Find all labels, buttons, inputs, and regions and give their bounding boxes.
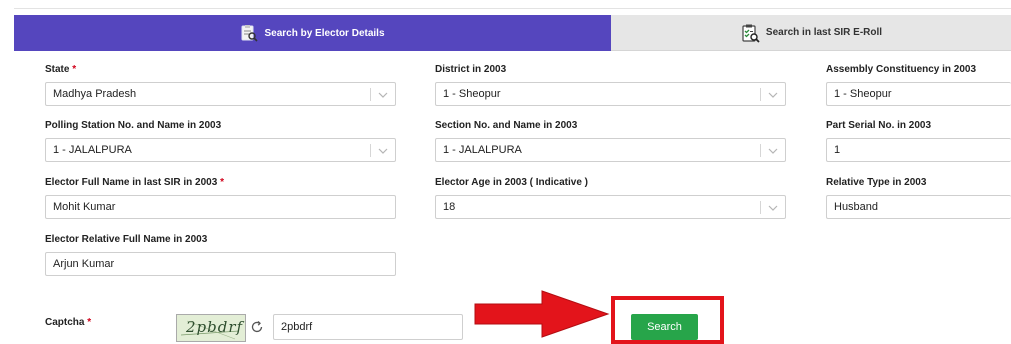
part-serial-input[interactable]: 1: [826, 138, 1011, 162]
select-separator: [760, 144, 761, 157]
relative-type-select[interactable]: Husband: [826, 195, 1011, 219]
tab-search-in-last-sir-eroll[interactable]: Search in last SIR E-Roll: [611, 15, 1011, 51]
polling-station-label: Polling Station No. and Name in 2003: [45, 120, 222, 131]
state-label: State *: [45, 64, 77, 75]
polling-station-select[interactable]: 1 - JALALPURA: [45, 138, 396, 162]
captcha-label: Captcha *: [45, 317, 92, 328]
select-separator: [760, 88, 761, 101]
district-select[interactable]: 1 - Sheopur: [435, 82, 786, 106]
district-label: District in 2003: [435, 64, 507, 75]
relative-name-label: Elector Relative Full Name in 2003: [45, 234, 208, 245]
clipboard-check-search-icon: [740, 23, 760, 43]
select-separator: [760, 201, 761, 214]
chevron-down-icon: [378, 146, 388, 158]
chevron-down-icon: [378, 90, 388, 102]
elector-age-select[interactable]: 18: [435, 195, 786, 219]
assembly-select[interactable]: 1 - Sheopur: [826, 82, 1011, 106]
required-mark: *: [72, 64, 77, 75]
required-mark: *: [220, 177, 224, 188]
refresh-icon[interactable]: [250, 320, 264, 334]
search-button[interactable]: Search: [631, 314, 698, 340]
captcha-text: 2pbdrf: [186, 318, 244, 336]
elector-name-label: Elector Full Name in last SIR in 2003 *: [45, 177, 224, 188]
clipboard-search-icon: [240, 24, 259, 42]
captcha-image: 2pbdrf: [176, 314, 246, 342]
red-arrow-icon: [474, 290, 614, 343]
assembly-label: Assembly Constituency in 2003: [826, 64, 977, 75]
tab-label: Search in last SIR E-Roll: [765, 27, 883, 38]
relative-type-label: Relative Type in 2003: [826, 177, 927, 188]
required-mark: *: [87, 317, 92, 328]
tab-label: Search by Elector Details: [264, 27, 385, 39]
select-separator: [370, 144, 371, 157]
top-divider: [14, 8, 1011, 9]
relative-name-input[interactable]: Arjun Kumar: [45, 252, 396, 276]
elector-name-input[interactable]: Mohit Kumar: [45, 195, 396, 219]
section-label: Section No. and Name in 2003: [435, 120, 578, 131]
state-select[interactable]: Madhya Pradesh: [45, 82, 396, 106]
chevron-down-icon: [768, 203, 778, 215]
section-select[interactable]: 1 - JALALPURA: [435, 138, 786, 162]
part-serial-label: Part Serial No. in 2003: [826, 120, 932, 131]
elector-age-label: Elector Age in 2003 ( Indicative ): [435, 177, 589, 188]
chevron-down-icon: [768, 90, 778, 102]
chevron-down-icon: [768, 146, 778, 158]
tab-search-by-elector-details[interactable]: Search by Elector Details: [14, 15, 611, 51]
select-separator: [370, 88, 371, 101]
captcha-input[interactable]: 2pbdrf: [273, 314, 463, 340]
